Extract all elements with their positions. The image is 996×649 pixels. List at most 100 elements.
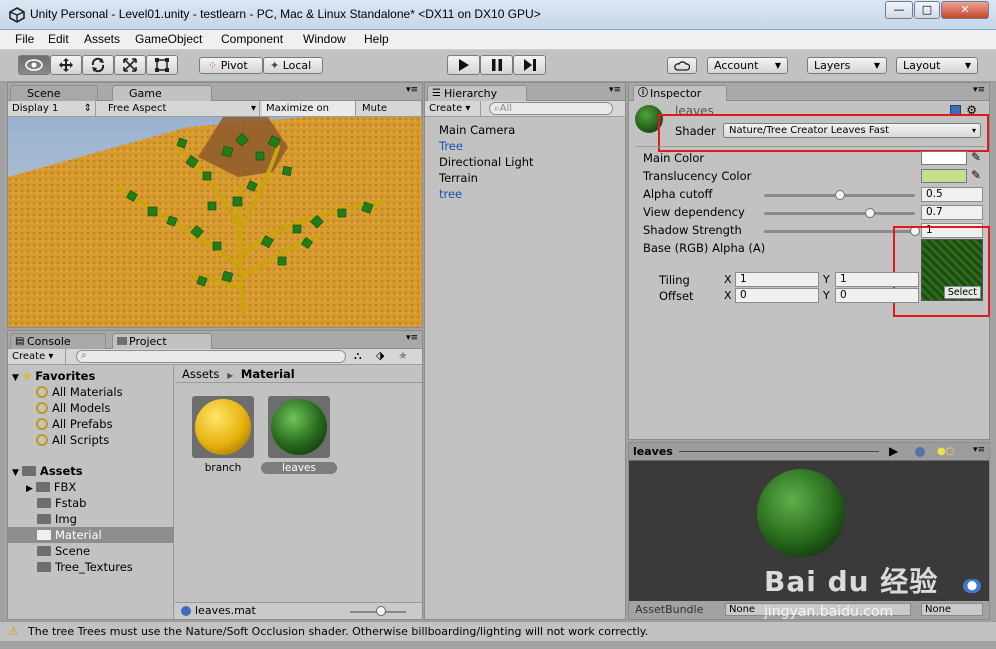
menu-file[interactable]: File (15, 32, 34, 46)
breadcrumb-current[interactable]: Material (241, 367, 295, 381)
tab-game[interactable]: Game (112, 85, 212, 101)
eyedropper-icon[interactable]: ✎ (971, 150, 981, 164)
layers-label: Layers (814, 59, 851, 72)
panel-menu-icon[interactable]: ▾≡ (609, 85, 621, 95)
layers-dropdown[interactable]: Layers ▼ (807, 57, 887, 74)
asset-label-selected[interactable]: leaves (261, 462, 337, 474)
offset-y-field[interactable]: 0 (835, 288, 919, 303)
eyedropper-icon[interactable]: ✎ (971, 168, 981, 182)
hierarchy-bar: Create ▾ ⌕All (425, 101, 625, 117)
hierarchy-item[interactable]: Main Camera (439, 123, 515, 137)
folder-item[interactable]: Fstab (37, 495, 86, 511)
panel-menu-icon[interactable]: ▾≡ (973, 85, 985, 95)
asset-thumbnail-branch[interactable] (192, 396, 254, 458)
close-button[interactable]: ✕ (941, 1, 989, 19)
display-dropdown[interactable]: Display 1 ⇕ (8, 101, 96, 116)
favorite-item[interactable]: All Prefabs (36, 416, 113, 432)
project-create-dropdown[interactable]: Create ▾ (8, 349, 66, 364)
rect-tool-button[interactable] (146, 55, 178, 75)
folder-icon (37, 514, 51, 524)
asset-thumbnail-leaves[interactable] (268, 396, 330, 458)
tiling-x-field[interactable]: 1 (735, 272, 819, 287)
tab-project[interactable]: Project (112, 333, 212, 349)
pivot-button[interactable]: ⁘ Pivot (199, 57, 263, 74)
menu-assets[interactable]: Assets (84, 32, 120, 46)
drag-handle[interactable] (679, 451, 879, 452)
tab-console[interactable]: ▤ Console (10, 333, 106, 349)
hierarchy-item[interactable]: Directional Light (439, 155, 534, 169)
project-search-input[interactable]: ⌕ (76, 350, 346, 363)
maximize-on-play-toggle[interactable]: Maximize on Play (262, 101, 356, 129)
hierarchy-search-input[interactable]: ⌕All (489, 102, 613, 115)
offset-x-field[interactable]: 0 (735, 288, 819, 303)
folder-item[interactable]: Img (37, 511, 77, 527)
star-icon[interactable]: ★ (398, 349, 408, 362)
view-dependency-label: View dependency (643, 205, 745, 219)
filter-label-icon[interactable]: ⬗ (376, 349, 384, 362)
asset-label[interactable]: branch (192, 462, 254, 474)
tiling-y-field[interactable]: 1 (835, 272, 919, 287)
step-button[interactable] (513, 55, 546, 75)
favorite-item[interactable]: All Materials (36, 384, 123, 400)
folder-item[interactable]: Scene (37, 543, 90, 559)
main-toolbar: ⁘ Pivot ✦ Local Account ▼ Layers ▼ Layou… (0, 50, 996, 82)
assets-row[interactable]: ▼ Assets (12, 463, 83, 479)
rect-tool-icon (155, 58, 169, 72)
mute-audio-toggle[interactable]: Mute audio (358, 101, 422, 129)
menu-edit[interactable]: Edit (48, 32, 69, 46)
filter-type-icon[interactable]: ⛬ (354, 349, 362, 363)
favorite-item[interactable]: All Scripts (36, 432, 109, 448)
folder-item[interactable]: Tree_Textures (37, 559, 133, 575)
local-button[interactable]: ✦ Local (263, 57, 323, 74)
main-color-swatch[interactable] (921, 151, 967, 165)
alpha-cutoff-label: Alpha cutoff (643, 187, 713, 201)
scale-tool-button[interactable] (114, 55, 146, 75)
maximize-button[interactable]: □ (914, 1, 940, 19)
folder-item[interactable]: ▶ FBX (26, 479, 76, 495)
play-button[interactable] (447, 55, 480, 75)
cloud-button[interactable] (667, 57, 697, 74)
scene-tab-row: Scene Game ▾≡ (8, 83, 422, 101)
menu-help[interactable]: Help (364, 32, 389, 46)
layout-dropdown[interactable]: Layout ▼ (896, 57, 978, 74)
rotate-tool-button[interactable] (82, 55, 114, 75)
move-tool-button[interactable] (50, 55, 82, 75)
view-tool-button[interactable] (18, 55, 50, 75)
alpha-cutoff-slider-thumb[interactable] (834, 190, 845, 200)
folder-item-selected[interactable]: Material (8, 527, 174, 543)
panel-menu-icon[interactable]: ▾≡ (973, 445, 985, 455)
aspect-dropdown[interactable]: Free Aspect ▾ (104, 101, 260, 116)
minimize-button[interactable]: — (885, 1, 913, 19)
zoom-slider-thumb[interactable] (376, 606, 386, 616)
translucency-color-swatch[interactable] (921, 169, 967, 183)
tab-hierarchy[interactable]: ☰ Hierarchy (427, 85, 527, 101)
hierarchy-create-dropdown[interactable]: Create ▾ (425, 101, 481, 116)
play-preview-icon[interactable]: ▶ (889, 444, 898, 458)
menu-gameobject[interactable]: GameObject (135, 32, 202, 46)
view-dependency-field[interactable]: 0.7 (921, 205, 983, 220)
tab-inspector[interactable]: ⓘ Inspector (633, 85, 727, 101)
sphere-preview-icon[interactable] (915, 447, 925, 457)
hierarchy-item[interactable]: Terrain (439, 171, 478, 185)
hierarchy-item[interactable]: tree (439, 187, 462, 201)
menu-component[interactable]: Component (221, 32, 283, 46)
tab-scene[interactable]: Scene (10, 85, 98, 101)
project-status-bar: leaves.mat (175, 602, 422, 619)
status-message[interactable]: The tree Trees must use the Nature/Soft … (28, 625, 648, 638)
view-dependency-slider-track[interactable] (764, 212, 915, 215)
pause-button[interactable] (480, 55, 513, 75)
light-preview-icon[interactable]: ●○ (937, 446, 954, 457)
view-dependency-slider-thumb[interactable] (864, 208, 875, 218)
favorites-row[interactable]: ▼ ★ Favorites (12, 368, 95, 384)
panel-menu-icon[interactable]: ▾≡ (406, 85, 418, 95)
alpha-cutoff-field[interactable]: 0.5 (921, 187, 983, 202)
account-dropdown[interactable]: Account ▼ (707, 57, 788, 74)
search-icon: ⌕ (81, 350, 87, 361)
panel-menu-icon[interactable]: ▾≡ (406, 333, 418, 343)
hierarchy-item[interactable]: Tree (439, 139, 463, 153)
menu-window[interactable]: Window (303, 32, 346, 46)
breadcrumb-root[interactable]: Assets (182, 367, 219, 381)
local-label: Local (282, 59, 312, 72)
favorite-item[interactable]: All Models (36, 400, 110, 416)
favorite-label: All Scripts (52, 433, 110, 447)
